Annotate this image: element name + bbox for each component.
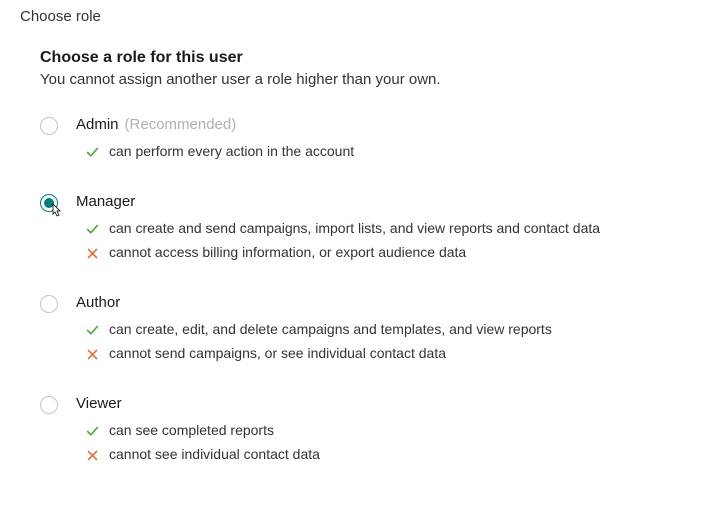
capability-text: can create and send campaigns, import li…	[109, 220, 600, 236]
form-subheading: You cannot assign another user a role hi…	[40, 71, 692, 88]
capability-text: can see completed reports	[109, 422, 274, 438]
capability-text: can create, edit, and delete campaigns a…	[109, 321, 552, 337]
radio-manager[interactable]	[40, 194, 58, 212]
role-option-author[interactable]: Author can create, edit, and delete camp…	[40, 294, 692, 369]
capability-row: can see completed reports	[76, 422, 692, 438]
role-recommended-badge: (Recommended)	[125, 116, 237, 133]
cross-icon	[86, 348, 99, 361]
cross-icon	[86, 449, 99, 462]
role-label-admin: Admin	[76, 116, 119, 133]
capability-text: cannot access billing information, or ex…	[109, 244, 466, 260]
check-icon	[86, 223, 99, 236]
role-label-manager: Manager	[76, 193, 135, 210]
role-option-manager[interactable]: Manager can create and send campaigns, i…	[40, 193, 692, 268]
capability-row: can create and send campaigns, import li…	[76, 220, 692, 236]
role-label-viewer: Viewer	[76, 395, 122, 412]
cross-icon	[86, 247, 99, 260]
capability-row: cannot access billing information, or ex…	[76, 244, 692, 260]
capability-row: cannot send campaigns, or see individual…	[76, 345, 692, 361]
page-title: Choose role	[20, 8, 692, 25]
capability-row: cannot see individual contact data	[76, 446, 692, 462]
form-heading: Choose a role for this user	[40, 49, 692, 67]
capability-text: cannot send campaigns, or see individual…	[109, 345, 446, 361]
capability-text: can perform every action in the account	[109, 143, 354, 159]
radio-viewer[interactable]	[40, 396, 58, 414]
radio-author[interactable]	[40, 295, 58, 313]
role-form: Choose a role for this user You cannot a…	[20, 49, 692, 470]
role-label-author: Author	[76, 294, 120, 311]
capability-row: can create, edit, and delete campaigns a…	[76, 321, 692, 337]
capability-text: cannot see individual contact data	[109, 446, 320, 462]
check-icon	[86, 146, 99, 159]
check-icon	[86, 425, 99, 438]
check-icon	[86, 324, 99, 337]
radio-selected-dot	[44, 198, 54, 208]
role-option-viewer[interactable]: Viewer can see completed reports cannot …	[40, 395, 692, 470]
role-option-admin[interactable]: Admin (Recommended) can perform every ac…	[40, 116, 692, 167]
capability-row: can perform every action in the account	[76, 143, 692, 159]
radio-admin[interactable]	[40, 117, 58, 135]
